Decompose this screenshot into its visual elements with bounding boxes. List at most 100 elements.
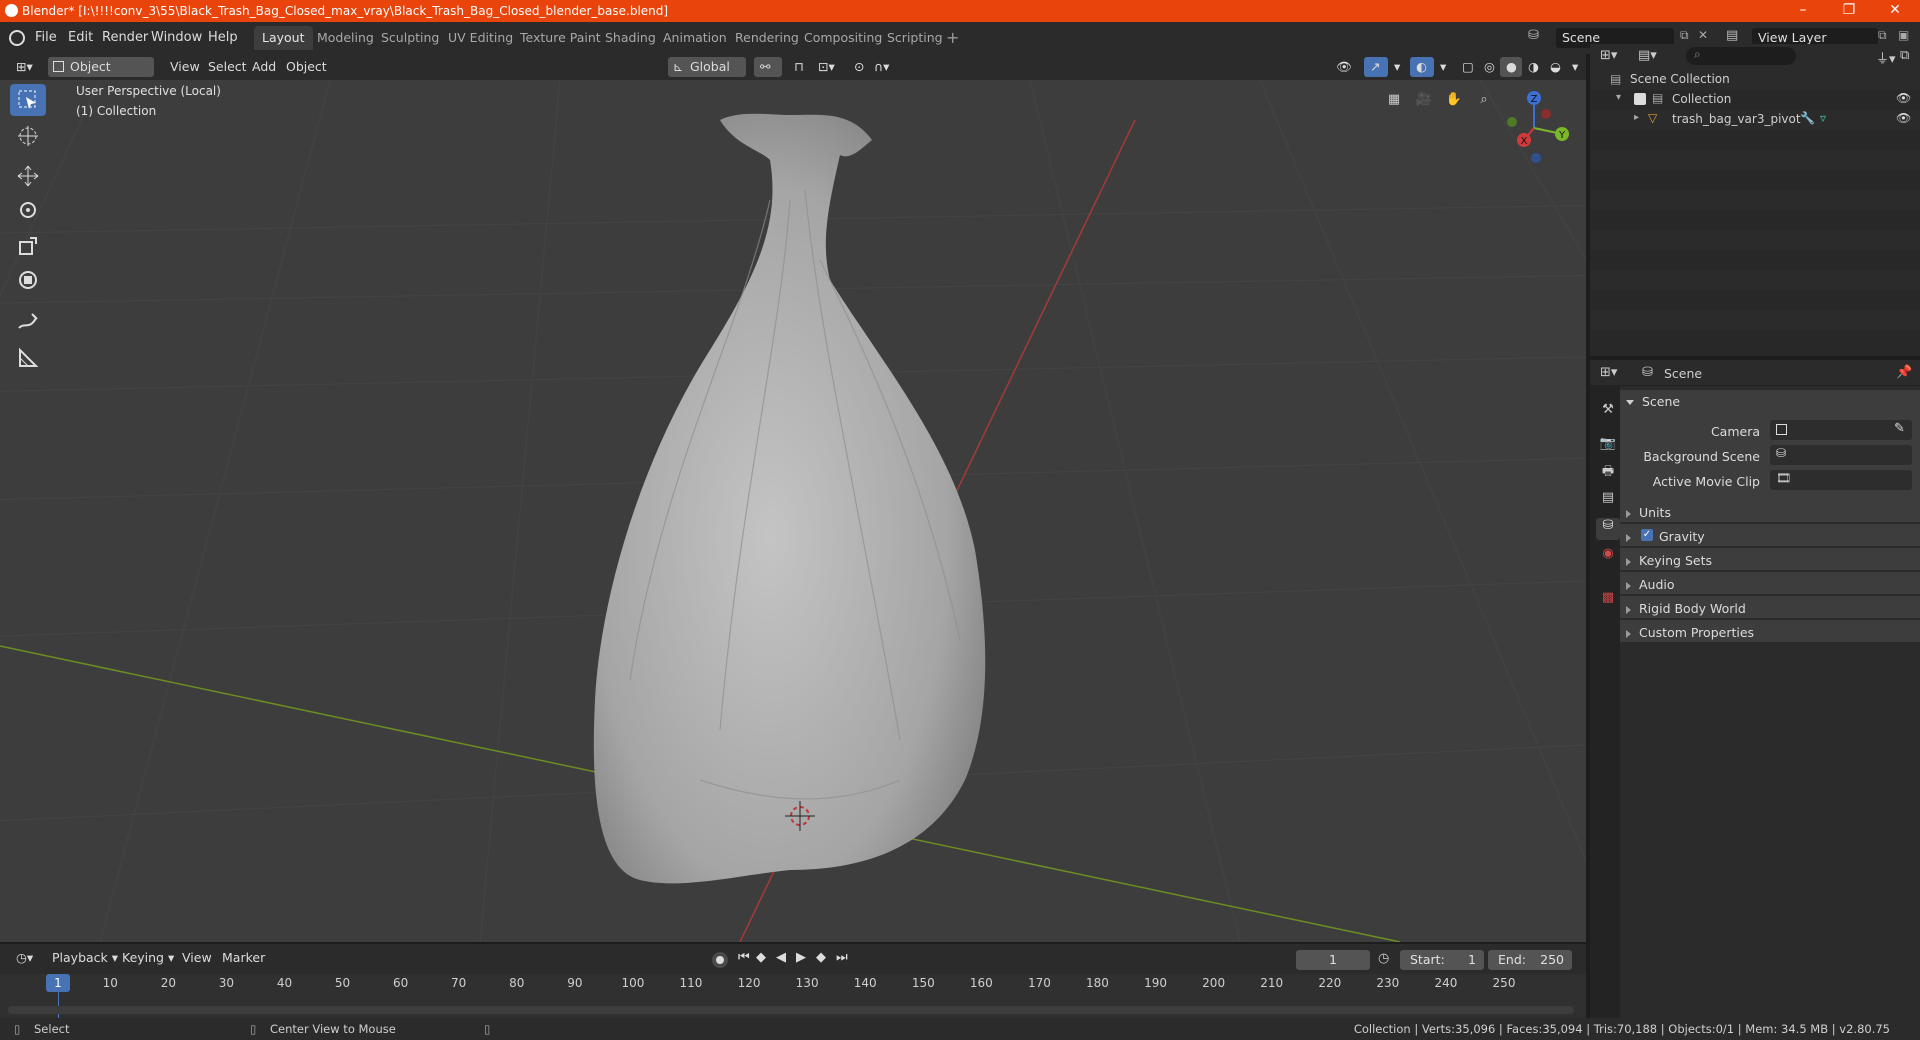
filter-icon[interactable]: ⏚▾ [1876, 48, 1896, 67]
play-icon[interactable]: ▶ [796, 950, 806, 965]
collection-checkbox[interactable] [1634, 93, 1646, 105]
mesh-data-icon[interactable]: ▿ [1820, 111, 1826, 125]
overlay-toggle-icon[interactable]: ◐ [1410, 57, 1434, 77]
scene-tab-icon[interactable]: ⛁ [1596, 518, 1620, 540]
tab-compositing[interactable]: Compositing [796, 26, 890, 50]
render-tab-icon[interactable]: 📷 [1596, 436, 1620, 458]
view-layer-selector-icon[interactable]: ▤ [1726, 28, 1738, 43]
prev-keyframe-icon[interactable]: ◆ [756, 950, 766, 965]
tab-animation[interactable]: Animation [655, 26, 735, 50]
menu-render[interactable]: Render [102, 30, 148, 45]
timeline-editor-type-icon[interactable]: ◷▾ [10, 948, 40, 968]
start-frame-field[interactable]: Start: 1 [1400, 950, 1484, 970]
tab-rendering[interactable]: Rendering [727, 26, 807, 50]
falloff-icon[interactable]: ∩▾ [868, 57, 898, 77]
tab-uv-editing[interactable]: UV Editing [440, 26, 521, 50]
pan-hand-icon[interactable]: ✋ [1442, 88, 1466, 112]
gravity-checkbox[interactable]: ✓ [1641, 529, 1653, 541]
timeline-scrollbar[interactable] [8, 1006, 1574, 1014]
end-frame-field[interactable]: End: 250 [1488, 950, 1572, 970]
rotate-tool[interactable] [10, 194, 46, 226]
scale-tool[interactable] [10, 230, 46, 262]
menu-marker[interactable]: Marker [216, 948, 271, 968]
xray-toggle-icon[interactable]: ▢ [1456, 57, 1478, 77]
wireframe-shading-icon[interactable]: ◎ [1478, 57, 1500, 77]
menu-playback[interactable]: Playback ▾ [46, 948, 124, 968]
menu-file[interactable]: File [35, 30, 57, 45]
move-tool[interactable] [10, 160, 46, 192]
scene-collection-item[interactable]: Scene Collection [1630, 72, 1730, 86]
active-movie-clip-field[interactable] [1770, 470, 1912, 490]
maximize-button[interactable]: ❐ [1826, 0, 1872, 22]
gizmo-dropdown-icon[interactable]: ▾ [1388, 57, 1404, 77]
menu-view[interactable]: View [164, 57, 206, 77]
minimize-button[interactable]: – [1780, 0, 1826, 22]
gravity-section[interactable]: ✓ Gravity [1626, 529, 1705, 544]
add-workspace-icon[interactable]: + [946, 28, 959, 47]
jump-end-icon[interactable]: ⏭ [836, 950, 848, 965]
menu-edit[interactable]: Edit [68, 30, 93, 45]
camera-field[interactable] [1770, 420, 1912, 440]
next-keyframe-icon[interactable]: ◆ [816, 950, 826, 965]
audio-section[interactable]: Audio [1626, 577, 1675, 592]
orientation-dropdown[interactable]: ⊾ Global [668, 57, 746, 77]
annotate-tool[interactable] [10, 306, 46, 338]
proportional-edit-icon[interactable]: ⊙ [848, 57, 868, 77]
modifier-wrench-icon[interactable]: 🔧 [1800, 111, 1815, 125]
delete-scene-icon[interactable]: ✕ [1698, 28, 1708, 42]
menu-help[interactable]: Help [208, 30, 238, 45]
pin-icon[interactable]: 📌 [1896, 365, 1912, 380]
new-scene-icon[interactable]: ⧉ [1680, 28, 1689, 43]
eyedropper-icon[interactable]: ✎ [1894, 421, 1905, 436]
navigation-gizmo[interactable]: Z Y X [1500, 84, 1580, 164]
cursor-tool[interactable] [10, 120, 46, 152]
new-view-layer-icon[interactable]: ⧉ [1878, 28, 1887, 43]
tab-sculpting[interactable]: Sculpting [373, 26, 447, 50]
menu-keying[interactable]: Keying ▾ [116, 948, 180, 968]
menu-timeline-view[interactable]: View [176, 948, 218, 968]
custom-properties-section[interactable]: Custom Properties [1626, 625, 1754, 640]
mode-dropdown[interactable]: Object Mode [48, 57, 154, 94]
transform-tool[interactable] [10, 264, 46, 296]
outliner-editor-type-icon[interactable]: ⊞▾ [1600, 48, 1617, 63]
snap-icon[interactable]: ⊓ [788, 57, 812, 77]
collection-expand-icon[interactable]: ▾ [1616, 92, 1621, 103]
shading-options-icon[interactable]: ▾ [1566, 57, 1584, 77]
rigid-body-world-section[interactable]: Rigid Body World [1626, 601, 1746, 616]
collection-item[interactable]: Collection [1672, 92, 1731, 106]
menu-select[interactable]: Select [202, 57, 253, 77]
outliner-search-input[interactable]: ⌕ [1686, 47, 1796, 65]
new-collection-icon[interactable]: ⧉ [1900, 48, 1909, 63]
use-preview-range-icon[interactable]: ◷ [1378, 951, 1389, 966]
snap-target-icon[interactable]: ⊡▾ [812, 57, 842, 77]
close-button[interactable]: ✕ [1872, 0, 1918, 22]
units-section[interactable]: Units [1626, 505, 1671, 520]
background-scene-field[interactable] [1770, 445, 1912, 465]
menu-window[interactable]: Window [151, 30, 202, 45]
pivot-point-icon[interactable]: ⚯ [754, 57, 782, 77]
play-reverse-icon[interactable]: ◀ [776, 950, 786, 965]
visibility-filter-icon[interactable]: 👁▾ [1330, 57, 1360, 94]
grid-view-icon[interactable]: ▦ [1382, 88, 1406, 112]
object-expand-icon[interactable]: ▸ [1634, 112, 1639, 123]
menu-object[interactable]: Object [280, 57, 333, 77]
jump-start-icon[interactable]: ⏮ [738, 950, 750, 965]
3d-viewport[interactable]: User Perspective (Local) (1) Collection … [0, 80, 1586, 942]
properties-editor-type-icon[interactable]: ⊞▾ [1600, 365, 1617, 380]
output-tab-icon[interactable]: 🖶 [1596, 462, 1620, 484]
tab-modeling[interactable]: Modeling [309, 26, 382, 50]
tab-scripting[interactable]: Scripting [879, 26, 951, 50]
display-mode-icon[interactable]: ▤▾ [1638, 48, 1657, 63]
overlay-dropdown-icon[interactable]: ▾ [1434, 57, 1450, 77]
zoom-icon[interactable]: ⌕ [1472, 88, 1496, 112]
record-button[interactable] [712, 952, 728, 968]
gizmo-toggle-icon[interactable]: ↗ [1364, 57, 1388, 77]
collection-visibility-eye-icon[interactable]: 👁 [1896, 91, 1911, 105]
tool-tab-icon[interactable]: ⚒ [1596, 402, 1620, 424]
delete-view-layer-icon[interactable]: ▣ [1898, 28, 1909, 42]
object-item[interactable]: trash_bag_var3_pivot [1672, 112, 1801, 126]
keying-sets-section[interactable]: Keying Sets [1626, 553, 1712, 568]
measure-tool[interactable] [10, 342, 46, 374]
material-shading-icon[interactable]: ◑ [1522, 57, 1544, 77]
texture-tab-icon[interactable]: ▩ [1596, 590, 1620, 612]
